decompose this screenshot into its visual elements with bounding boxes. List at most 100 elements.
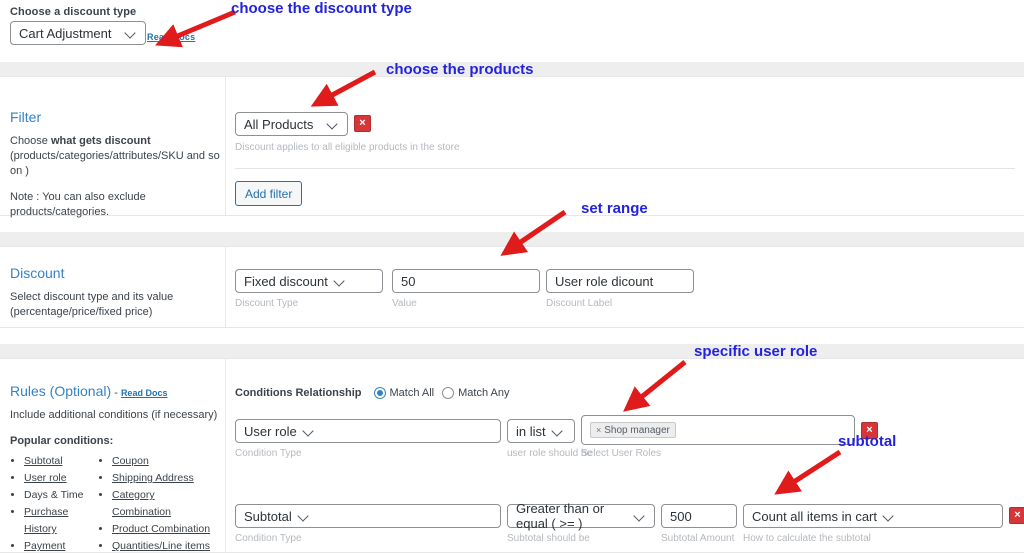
conditions-relationship-label: Conditions Relationship	[235, 387, 362, 399]
chevron-down-icon	[327, 118, 339, 130]
list-item[interactable]: User role	[24, 470, 98, 487]
rules-section-right: Conditions Relationship Match All Match …	[225, 359, 1024, 552]
condition-link[interactable]: Quantities/Line items	[112, 540, 210, 552]
row2-calculation-hint: How to calculate the subtotal	[743, 533, 1003, 544]
row2-operator-select[interactable]: Greater than or equal ( >= )	[507, 504, 655, 528]
list-item[interactable]: Quantities/Line items	[112, 538, 213, 553]
discount-value-text: 50	[401, 274, 415, 289]
list-item: Days & Time	[24, 487, 98, 504]
popular-conditions-title: Popular conditions:	[10, 435, 225, 447]
conditions-relationship: Conditions Relationship Match All Match …	[235, 387, 518, 399]
discount-type-select[interactable]: Cart Adjustment	[10, 21, 146, 45]
radio-match-all[interactable]: Match All	[374, 387, 435, 399]
read-docs-link-rules[interactable]: Read Docs	[121, 388, 168, 398]
discount-type-dropdown-value: Fixed discount	[244, 274, 328, 289]
row2-condition-type-hint: Condition Type	[235, 533, 501, 544]
row2-calculation-value: Count all items in cart	[752, 509, 877, 524]
row1-condition-type-field: User role Condition Type	[235, 419, 501, 459]
list-item[interactable]: Product Combination	[112, 521, 213, 538]
discount-section-body: Discount Select discount type and its va…	[0, 246, 1024, 328]
rules-section-greybar	[0, 344, 1024, 358]
discount-desc-line1: Select discount type and its value	[10, 291, 173, 303]
chevron-down-icon	[552, 425, 564, 437]
token-remove-icon[interactable]: ×	[596, 425, 601, 435]
read-docs-link-top[interactable]: Read Docs	[147, 32, 195, 42]
popular-conditions-lists: Subtotal User role Days & Time Purchase …	[10, 453, 225, 553]
discount-desc-line2: (percentage/price/fixed price)	[10, 306, 152, 318]
condition-link[interactable]: Purchase History	[24, 506, 68, 535]
row1-user-roles-hint: Select User Roles	[581, 448, 855, 459]
rules-section-title: Rules (Optional) - Read Docs	[10, 383, 225, 399]
condition-link[interactable]: Subtotal	[24, 455, 63, 467]
row1-operator-select[interactable]: in list	[507, 419, 575, 443]
add-filter-button[interactable]: Add filter	[235, 181, 302, 206]
chevron-down-icon	[303, 425, 315, 437]
product-filter-select[interactable]: All Products	[235, 112, 348, 136]
row1-user-roles-field: ×Shop manager Select User Roles	[581, 415, 855, 459]
filter-section-left: Filter Choose what gets discount (produc…	[10, 109, 220, 220]
filter-section-note: Note : You can also exclude products/cat…	[10, 190, 220, 220]
row2-condition-type-value: Subtotal	[244, 509, 292, 524]
list-item[interactable]: Subtotal	[24, 453, 98, 470]
row1-operator-value: in list	[516, 424, 546, 439]
token-label: Shop manager	[604, 425, 670, 436]
condition-link[interactable]: Product Combination	[112, 523, 210, 535]
list-item[interactable]: Category Combination	[112, 487, 213, 521]
radio-match-any[interactable]: Match Any	[442, 387, 509, 399]
row2-amount-input[interactable]: 500	[661, 504, 737, 528]
rules-title-dash: -	[111, 387, 121, 399]
discount-type-dropdown[interactable]: Fixed discount	[235, 269, 383, 293]
row1-user-roles-input[interactable]: ×Shop manager	[581, 415, 855, 445]
remove-filter-button[interactable]: ×	[354, 115, 371, 132]
condition-link[interactable]: Coupon	[112, 455, 149, 467]
product-filter-hint: Discount applies to all eligible product…	[235, 142, 460, 153]
row1-condition-type-select[interactable]: User role	[235, 419, 501, 443]
product-filter-value: All Products	[244, 117, 321, 132]
user-role-token[interactable]: ×Shop manager	[590, 422, 676, 438]
condition-link[interactable]: Shipping Address	[112, 472, 194, 484]
filter-desc-line2: (products/categories/attributes/SKU and …	[10, 150, 220, 177]
discount-label-input[interactable]: User role dicount	[546, 269, 694, 293]
list-item[interactable]: Purchase History	[24, 504, 98, 538]
row2-calculation-field: Count all items in cart How to calculate…	[743, 504, 1003, 544]
discount-value-field: 50 Value	[392, 269, 540, 309]
annotation-set-range: set range	[581, 200, 648, 217]
row2-operator-value: Greater than or equal ( >= )	[516, 501, 628, 531]
list-item[interactable]: Shipping Address	[112, 470, 213, 487]
discount-value-input[interactable]: 50	[392, 269, 540, 293]
chevron-down-icon	[634, 510, 646, 522]
row2-amount-value: 500	[670, 509, 692, 524]
chevron-down-icon	[298, 510, 310, 522]
list-item[interactable]: Coupon	[112, 453, 213, 470]
discount-type-label: Choose a discount type	[10, 6, 136, 18]
filter-desc-bold: what gets discount	[51, 135, 151, 147]
filter-section-description: Choose what gets discount (products/cate…	[10, 134, 220, 179]
annotation-choose-discount-type: choose the discount type	[231, 0, 412, 17]
condition-link[interactable]: User role	[24, 472, 67, 484]
rules-title-text: Rules (Optional)	[10, 383, 111, 399]
row2-calculation-select[interactable]: Count all items in cart	[743, 504, 1003, 528]
discount-label-text: User role dicount	[555, 274, 653, 289]
product-filter-field: All Products	[235, 112, 348, 136]
discount-section: Discount Select discount type and its va…	[0, 232, 1024, 328]
row2-amount-field: 500 Subtotal Amount	[661, 504, 737, 544]
chevron-down-icon	[883, 510, 895, 522]
discount-value-hint: Value	[392, 298, 540, 309]
discount-label-hint: Discount Label	[546, 298, 694, 309]
condition-link[interactable]: Category Combination	[112, 489, 171, 518]
list-item[interactable]: Payment Method	[24, 538, 98, 553]
chevron-down-icon	[125, 27, 137, 39]
condition-text: Days & Time	[24, 489, 84, 501]
popular-conditions-column-a: Subtotal User role Days & Time Purchase …	[10, 453, 98, 553]
row1-condition-type-hint: Condition Type	[235, 448, 501, 459]
row2-remove-button[interactable]: ×	[1009, 507, 1024, 524]
annotation-subtotal: subtotal	[838, 433, 896, 450]
filter-section-title: Filter	[10, 109, 220, 125]
radio-icon	[442, 387, 454, 399]
row2-operator-field: Greater than or equal ( >= ) Subtotal sh…	[507, 504, 655, 544]
condition-link[interactable]: Payment Method	[24, 540, 65, 553]
annotation-choose-products: choose the products	[386, 61, 534, 78]
chevron-down-icon	[334, 275, 346, 287]
row2-condition-type-select[interactable]: Subtotal	[235, 504, 501, 528]
rules-section-description: Include additional conditions (if necess…	[10, 408, 225, 423]
